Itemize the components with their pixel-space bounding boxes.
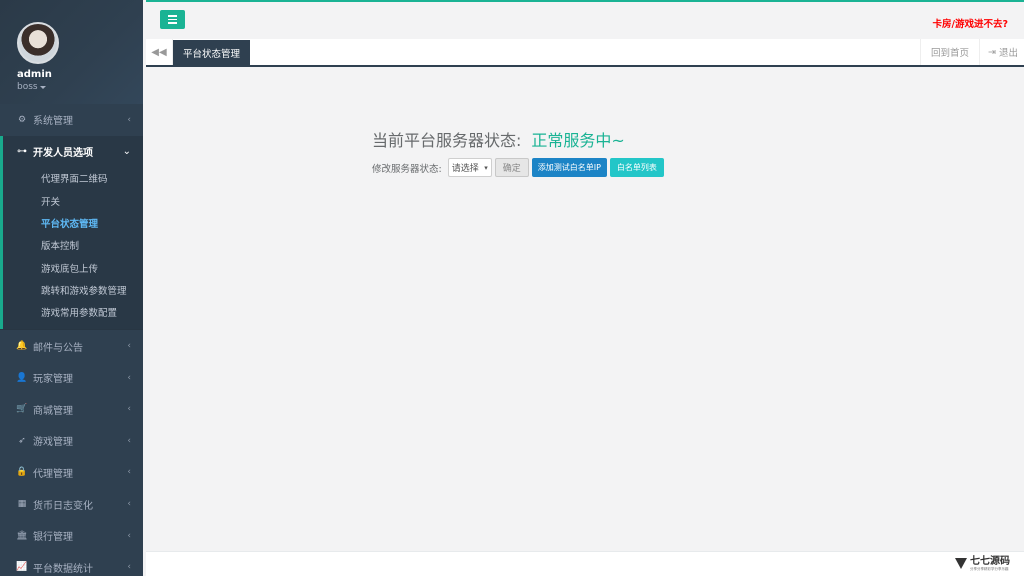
back-home-button[interactable]: 回到首页 bbox=[920, 39, 979, 65]
logout-button[interactable]: ⇥ 退出 bbox=[979, 39, 1024, 65]
sidebar-item-agents[interactable]: 🔒 代理管理 ‹ bbox=[0, 457, 143, 489]
sidebar-item-players[interactable]: 👤 玩家管理 ‹ bbox=[0, 362, 143, 394]
sign-out-icon: ⇥ bbox=[988, 46, 996, 58]
chevron-left-icon: ‹ bbox=[127, 467, 131, 478]
bell-icon: 🔔 bbox=[16, 341, 28, 352]
status-form: 修改服务器状态: 请选择 ▾ 确定 添加测试白名单IP 白名单列表 bbox=[372, 158, 664, 177]
sidebar-item-label: 玩家管理 bbox=[33, 374, 73, 386]
server-status-line: 当前平台服务器状态: 正常服务中~ bbox=[372, 127, 625, 151]
sidebar-item-shop[interactable]: 🛒 商城管理 ‹ bbox=[0, 393, 143, 425]
cart-icon: 🛒 bbox=[16, 404, 28, 415]
gamepad-icon: ⊶ bbox=[17, 145, 27, 157]
top-navbar: 卡房/游戏进不去? bbox=[146, 0, 1024, 39]
footer: 七七源码 分享分享精彩学分享乐趣 bbox=[146, 551, 1024, 576]
server-status-value: 正常服务中~ bbox=[531, 131, 625, 150]
change-status-label: 修改服务器状态: bbox=[372, 163, 442, 175]
hamburger-icon-bar bbox=[168, 18, 177, 21]
sidebar-menu: ⚙ 系统管理 ‹ ⊶ 开发人员选项 ⌄ 代理界面二维码 开关 平台状态管理 版本… bbox=[0, 104, 143, 576]
tabs-scroll-left-button[interactable]: ◀◀ bbox=[146, 39, 173, 65]
tab-platform-status[interactable]: 平台状态管理 bbox=[173, 40, 251, 66]
chevron-left-icon: ‹ bbox=[127, 435, 131, 446]
sidebar-item-label: 邮件与公告 bbox=[33, 342, 83, 354]
page-tabs-bar: ◀◀ 平台状态管理 回到首页 ⇥ 退出 bbox=[146, 39, 1024, 67]
profile-role-label: boss bbox=[17, 82, 38, 92]
server-status-label: 当前平台服务器状态: bbox=[372, 131, 522, 150]
sidebar-item-label: 代理管理 bbox=[33, 468, 73, 480]
sidebar-item-label: 系统管理 bbox=[33, 116, 73, 128]
sidebar-item-label: 平台数据统计 bbox=[33, 563, 93, 575]
sidebar-item-statistics[interactable]: 📈 平台数据统计 ‹ bbox=[0, 551, 143, 576]
submenu-item-version-control[interactable]: 版本控制 bbox=[3, 234, 143, 256]
chevron-left-icon: ‹ bbox=[127, 530, 131, 541]
chevron-left-icon: ‹ bbox=[127, 114, 131, 125]
backward-icon: ◀◀ bbox=[151, 46, 167, 58]
chevron-left-icon: ‹ bbox=[127, 372, 131, 383]
chevron-left-icon: ‹ bbox=[127, 404, 131, 415]
caret-down-icon bbox=[39, 85, 46, 89]
chevron-left-icon: ‹ bbox=[127, 562, 131, 573]
submenu-item-agent-qrcode[interactable]: 代理界面二维码 bbox=[3, 167, 143, 189]
sidebar-item-label: 货币日志变化 bbox=[33, 500, 93, 512]
submenu-item-switch[interactable]: 开关 bbox=[3, 189, 143, 211]
chevron-down-icon: ⌄ bbox=[122, 145, 131, 157]
sidebar-item-games[interactable]: ➶ 游戏管理 ‹ bbox=[0, 425, 143, 457]
chevron-left-icon: ‹ bbox=[127, 341, 131, 352]
main-content: 当前平台服务器状态: 正常服务中~ 修改服务器状态: 请选择 ▾ 确定 添加测试… bbox=[146, 67, 1024, 551]
status-select-value: 请选择 bbox=[451, 164, 479, 174]
sidebar: admin boss ⚙ 系统管理 ‹ ⊶ 开发人员选项 ⌄ 代理界面二维码 开… bbox=[0, 0, 143, 576]
gears-icon: ⚙ bbox=[17, 114, 27, 125]
add-whitelist-ip-button[interactable]: 添加测试白名单IP bbox=[531, 158, 607, 177]
hamburger-icon-bar bbox=[168, 22, 177, 24]
submenu-item-platform-status[interactable]: 平台状态管理 bbox=[3, 212, 143, 234]
user-icon: 👤 bbox=[16, 372, 28, 383]
tabs-actions: 回到首页 ⇥ 退出 bbox=[920, 39, 1024, 65]
lock-icon: 🔒 bbox=[16, 467, 28, 478]
sidebar-item-label: 开发人员选项 bbox=[33, 147, 93, 159]
logo-sub-text: 分享分享精彩学分享乐趣 bbox=[970, 567, 1009, 571]
bank-icon: 🏛 bbox=[16, 530, 28, 541]
logo-main-text: 七七源码 bbox=[970, 556, 1010, 567]
sidebar-item-label: 游戏管理 bbox=[33, 437, 73, 449]
profile-name[interactable]: admin bbox=[17, 69, 143, 80]
sidebar-item-system[interactable]: ⚙ 系统管理 ‹ bbox=[0, 104, 143, 136]
developer-submenu: 代理界面二维码 开关 平台状态管理 版本控制 游戏底包上传 跳转和游戏参数管理 … bbox=[3, 167, 143, 329]
chart-line-icon: 📈 bbox=[16, 562, 28, 573]
logo-triangle-icon bbox=[955, 558, 967, 569]
sidebar-item-developer[interactable]: ⊶ 开发人员选项 ⌄ 代理界面二维码 开关 平台状态管理 版本控制 游戏底包上传… bbox=[0, 135, 143, 330]
confirm-button[interactable]: 确定 bbox=[494, 158, 529, 177]
sidebar-item-mail[interactable]: 🔔 邮件与公告 ‹ bbox=[0, 330, 143, 362]
logo-text: 七七源码 分享分享精彩学分享乐趣 bbox=[970, 556, 1010, 571]
menu-toggle-button[interactable] bbox=[160, 10, 185, 29]
sidebar-item-developer-head[interactable]: ⊶ 开发人员选项 ⌄ bbox=[3, 136, 143, 168]
logout-label: 退出 bbox=[998, 48, 1018, 59]
sidebar-item-bank[interactable]: 🏛 银行管理 ‹ bbox=[0, 520, 143, 552]
room-stuck-warning-link[interactable]: 卡房/游戏进不去? bbox=[933, 16, 1008, 30]
select-caret-icon: ▾ bbox=[484, 164, 488, 172]
sidebar-item-currency-log[interactable]: ▦ 货币日志变化 ‹ bbox=[0, 488, 143, 520]
status-select[interactable]: 请选择 ▾ bbox=[447, 158, 492, 177]
submenu-item-jump-params[interactable]: 跳转和游戏参数管理 bbox=[3, 279, 143, 301]
hamburger-icon-bar bbox=[168, 15, 177, 17]
submenu-item-base-package-upload[interactable]: 游戏底包上传 bbox=[3, 256, 143, 278]
avatar[interactable] bbox=[17, 22, 59, 64]
watermark-logo: 七七源码 分享分享精彩学分享乐趣 bbox=[955, 556, 1010, 571]
profile-panel: admin boss bbox=[0, 0, 143, 104]
submenu-item-common-params[interactable]: 游戏常用参数配置 bbox=[3, 301, 143, 323]
profile-role-dropdown[interactable]: boss bbox=[17, 82, 143, 92]
sidebar-item-label: 银行管理 bbox=[33, 532, 73, 544]
chevron-left-icon: ‹ bbox=[127, 499, 131, 510]
sidebar-item-label: 商城管理 bbox=[33, 405, 73, 417]
calendar-icon: ▦ bbox=[17, 499, 27, 510]
rocket-icon: ➶ bbox=[18, 435, 26, 446]
whitelist-list-button[interactable]: 白名单列表 bbox=[609, 158, 664, 177]
